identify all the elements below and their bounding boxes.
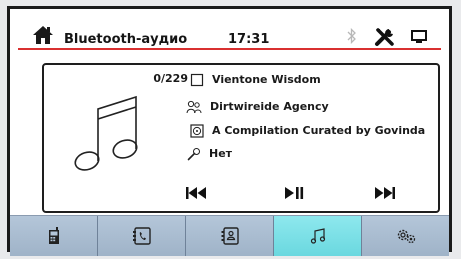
screen-icon[interactable] [411,30,427,44]
clock: 17:31 [228,32,270,47]
tab-phone[interactable] [10,216,98,256]
tab-music[interactable] [274,216,362,256]
genre-value: Нет [209,147,233,160]
tab-settings[interactable] [362,216,449,256]
bottom-tab-bar [10,215,449,256]
artist-name: Dirtwireide Agency [210,100,329,113]
top-bar: Bluetooth-аудио 17:31 [10,9,449,50]
music-icon [310,228,325,244]
artist-row: Dirtwireide Agency [186,99,329,114]
page-title: Bluetooth-аудио [64,32,188,47]
head-unit-screen: Bluetooth-аудио 17:31 0/229 Vientone Wis… [7,6,452,256]
person-icon [186,100,202,113]
checkbox-icon[interactable] [190,73,204,87]
play-pause-icon[interactable] [284,186,304,200]
track-counter: 0/229 [153,72,188,85]
home-icon[interactable] [32,25,54,45]
call-log-icon [132,227,151,245]
bluetooth-icon [347,28,356,44]
settings-icon [397,229,415,244]
microphone-icon [187,147,200,160]
skip-next-icon[interactable] [373,186,397,200]
tools-icon[interactable] [374,27,396,47]
header-divider [18,48,441,50]
genre-row: Нет [187,146,232,161]
skip-previous-icon[interactable] [184,186,208,200]
album-name: A Compilation Curated by Govinda [212,124,426,137]
now-playing-card: 0/229 Vientone Wisdom Dirtwireide Agency [42,63,440,213]
phone-icon [48,227,59,244]
album-row: A Compilation Curated by Govinda [190,123,425,138]
music-note-icon [74,95,138,171]
contacts-icon [221,227,239,245]
tab-contacts[interactable] [186,216,274,256]
song-row: Vientone Wisdom [190,72,321,87]
song-title: Vientone Wisdom [212,73,321,86]
tab-call-log[interactable] [98,216,186,256]
disc-icon [190,123,204,138]
